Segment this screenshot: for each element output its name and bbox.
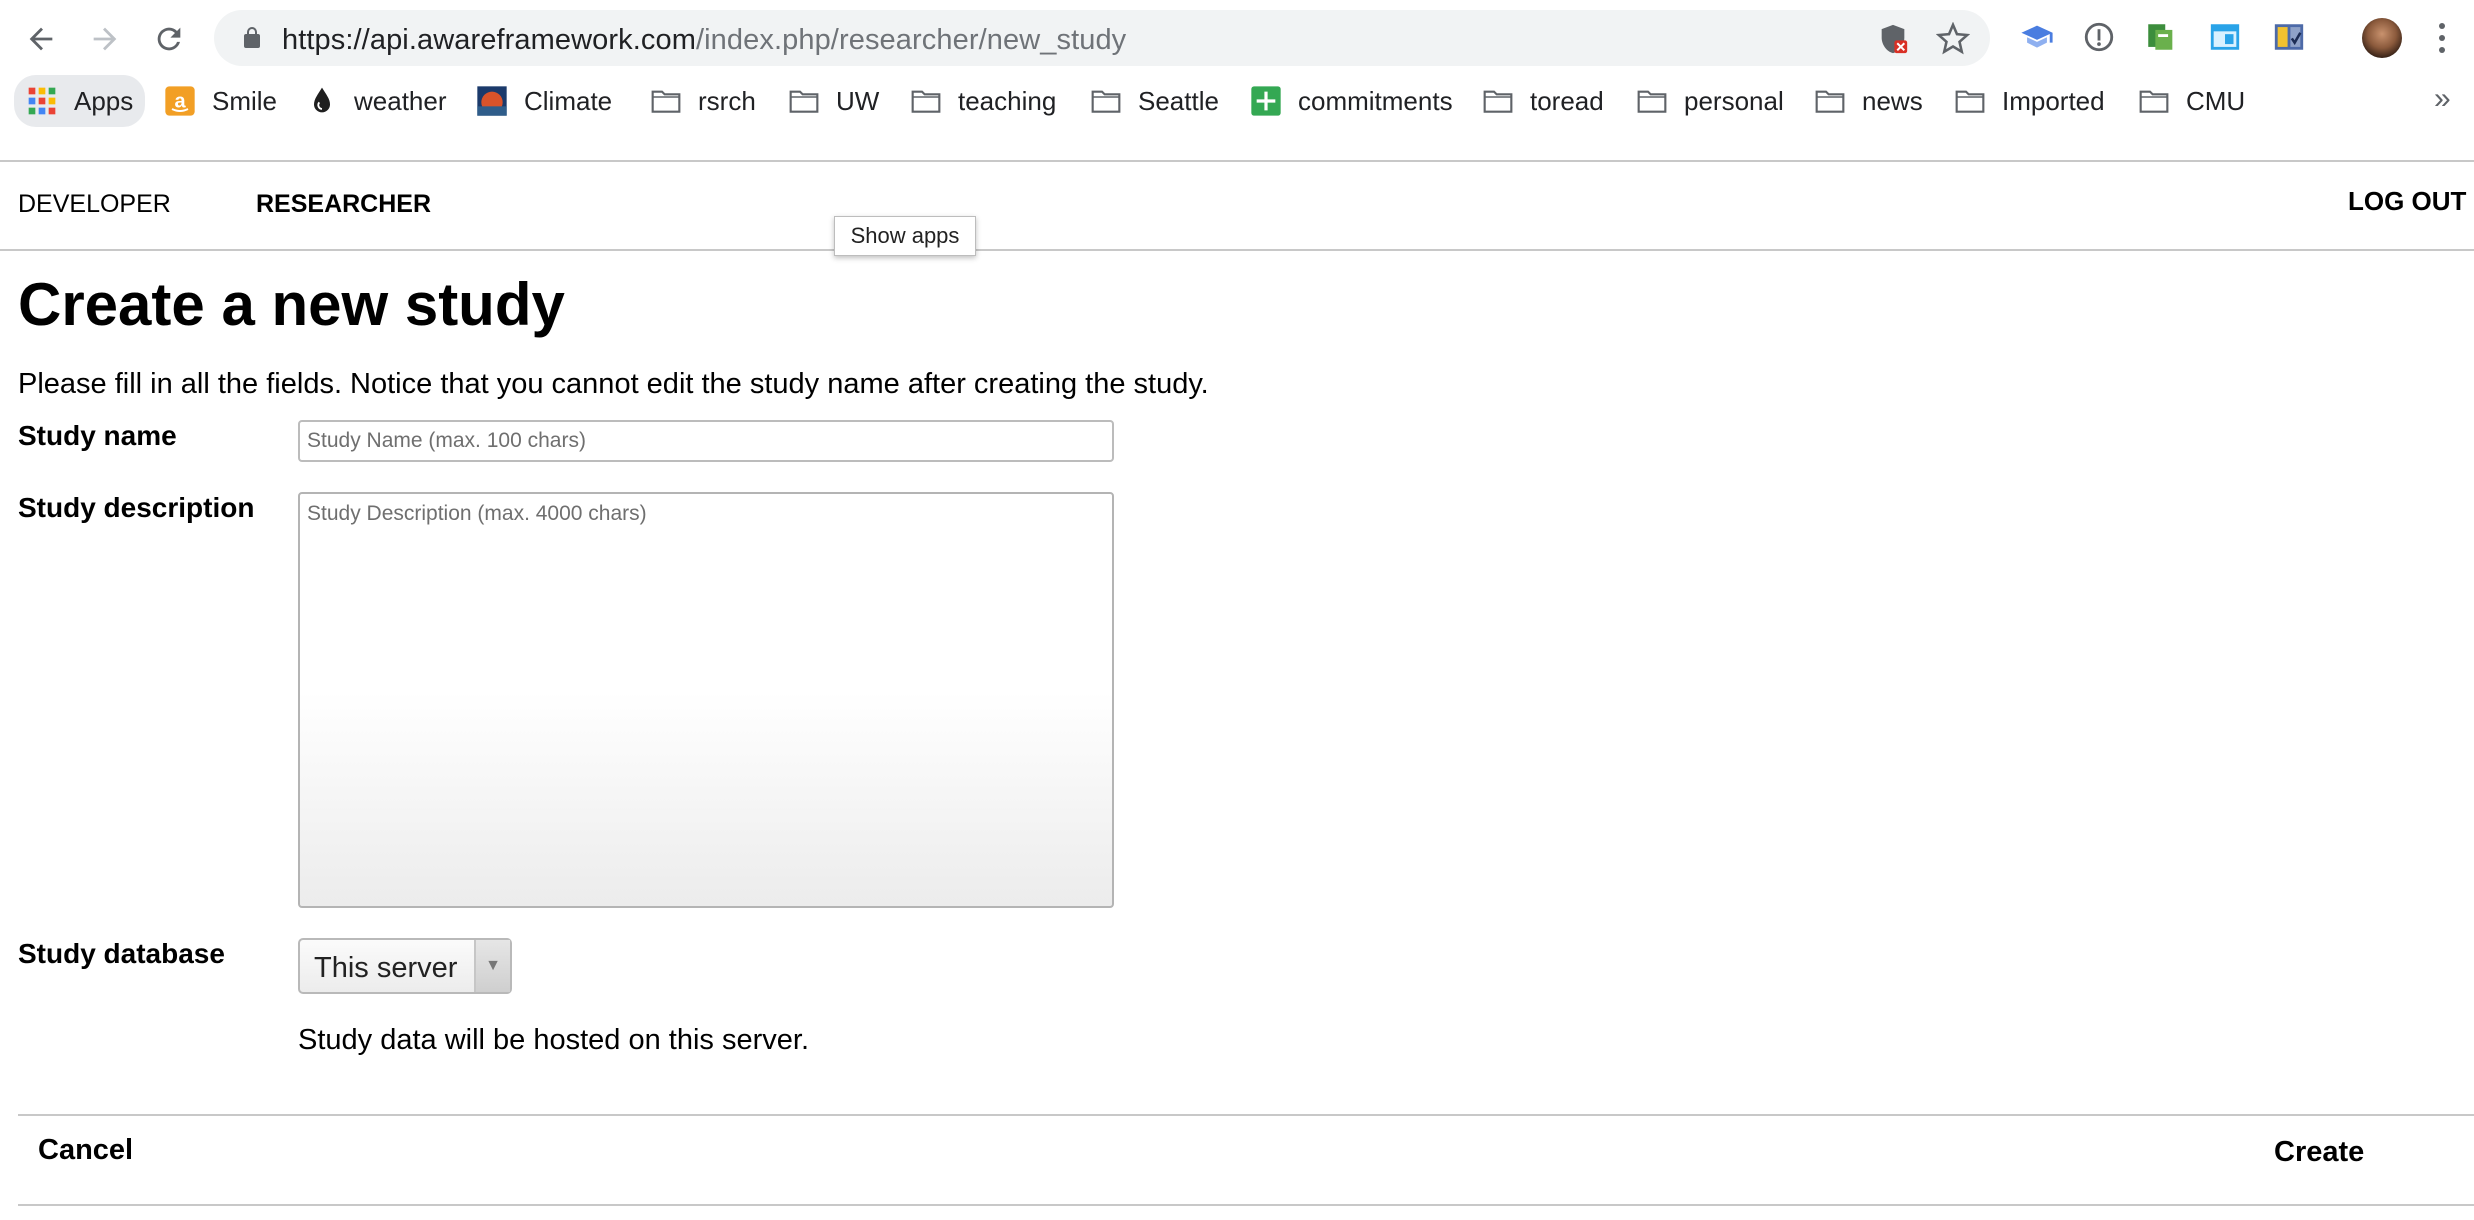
climate-image-icon bbox=[477, 86, 507, 116]
folder-icon bbox=[651, 90, 681, 113]
bookmark-seattle[interactable]: Seattle bbox=[1090, 76, 1219, 126]
bookmark-smile[interactable]: a Smile bbox=[164, 76, 277, 126]
bookmark-label: Seattle bbox=[1138, 85, 1219, 116]
bookmark-label: Apps bbox=[74, 85, 134, 116]
folder-icon bbox=[1637, 90, 1667, 113]
study-database-selected-value: This server bbox=[314, 952, 458, 984]
create-button[interactable]: Create bbox=[2274, 1136, 2364, 1169]
bookmark-label: weather bbox=[354, 85, 447, 116]
bookmark-personal[interactable]: personal bbox=[1636, 76, 1784, 126]
url-path: /index.php/researcher/new_study bbox=[695, 24, 1127, 56]
bookmark-rsrch[interactable]: rsrch bbox=[650, 76, 756, 126]
show-apps-tooltip: Show apps bbox=[834, 216, 976, 256]
folder-icon bbox=[1955, 90, 1985, 113]
folder-icon bbox=[1483, 90, 1513, 113]
back-button[interactable] bbox=[18, 16, 64, 62]
bookmark-imported[interactable]: Imported bbox=[1954, 76, 2105, 126]
bookmark-label: CMU bbox=[2186, 85, 2246, 116]
back-arrow-icon bbox=[29, 27, 53, 51]
address-bar[interactable]: https://api.awareframework.com/index.php… bbox=[214, 10, 1990, 66]
folder-icon bbox=[789, 90, 819, 113]
page-top-divider bbox=[0, 160, 2474, 162]
nav-developer-link[interactable]: DEVELOPER bbox=[18, 190, 171, 219]
reload-icon bbox=[157, 27, 181, 51]
bookmark-news[interactable]: news bbox=[1814, 76, 1923, 126]
bookmark-label: commitments bbox=[1298, 85, 1453, 116]
study-database-select[interactable]: This server ▼ bbox=[298, 938, 512, 994]
bookmark-label: personal bbox=[1684, 85, 1784, 116]
bookmark-label: UW bbox=[836, 85, 880, 116]
bookmark-weather[interactable]: weather bbox=[306, 76, 447, 126]
forward-button[interactable] bbox=[82, 16, 128, 62]
extension-password-icon[interactable] bbox=[2080, 18, 2118, 56]
footer-divider-bottom bbox=[18, 1204, 2474, 1206]
bookmark-cmu[interactable]: CMU bbox=[2138, 76, 2245, 126]
forward-arrow-icon bbox=[93, 27, 117, 51]
bookmark-label: Climate bbox=[524, 85, 613, 116]
bookmarks-bar: Apps a Smile weather Climate rsrch UW te… bbox=[0, 75, 2474, 127]
folder-icon bbox=[1091, 90, 1121, 113]
sheets-icon bbox=[1251, 86, 1281, 116]
folder-icon bbox=[911, 90, 941, 113]
tracking-shield-icon[interactable] bbox=[1876, 22, 1910, 56]
study-name-input[interactable] bbox=[298, 420, 1114, 462]
bookmark-uw[interactable]: UW bbox=[788, 76, 879, 126]
bookmark-label: teaching bbox=[958, 85, 1057, 116]
extension-evernote-icon[interactable] bbox=[2142, 18, 2180, 56]
profile-avatar[interactable] bbox=[2362, 18, 2402, 58]
cancel-button[interactable]: Cancel bbox=[38, 1134, 133, 1167]
dropdown-arrow-icon[interactable]: ▼ bbox=[476, 940, 510, 992]
lock-icon bbox=[244, 27, 260, 48]
bookmark-climate[interactable]: Climate bbox=[476, 76, 612, 126]
folder-icon bbox=[1815, 90, 1845, 113]
page-title: Create a new study bbox=[18, 271, 565, 338]
url-host: https://api.awareframework.com bbox=[282, 24, 696, 56]
study-description-label: Study description bbox=[18, 492, 255, 523]
bookmarks-overflow-button[interactable]: » bbox=[2434, 82, 2451, 116]
study-name-label: Study name bbox=[18, 420, 177, 451]
bookmark-apps[interactable]: Apps bbox=[14, 75, 146, 127]
weather-drop-icon bbox=[314, 87, 330, 113]
amazon-icon: a bbox=[165, 86, 195, 116]
bookmark-star-icon[interactable] bbox=[1936, 22, 1970, 56]
bookmark-label: news bbox=[1862, 85, 1923, 116]
reload-button[interactable] bbox=[146, 16, 192, 62]
bookmark-teaching[interactable]: teaching bbox=[910, 76, 1056, 126]
chrome-menu-icon[interactable] bbox=[2432, 20, 2452, 56]
study-description-textarea[interactable] bbox=[298, 492, 1114, 908]
logout-link[interactable]: LOG OUT bbox=[2348, 186, 2466, 217]
study-database-label: Study database bbox=[18, 938, 225, 969]
database-help-text: Study data will be hosted on this server… bbox=[298, 1024, 810, 1056]
extension-window-icon[interactable] bbox=[2206, 18, 2244, 56]
bookmark-label: Imported bbox=[2002, 85, 2105, 116]
bookmark-label: Smile bbox=[212, 85, 278, 116]
bookmark-label: rsrch bbox=[698, 85, 756, 116]
bookmark-toread[interactable]: toread bbox=[1482, 76, 1604, 126]
apps-grid-icon bbox=[28, 87, 56, 115]
intro-text: Please fill in all the fields. Notice th… bbox=[18, 368, 1209, 400]
nav-divider bbox=[0, 249, 2474, 251]
browser-toolbar: https://api.awareframework.com/index.php… bbox=[0, 0, 2474, 76]
url-text[interactable]: https://api.awareframework.com/index.php… bbox=[282, 24, 1126, 57]
folder-icon bbox=[2139, 90, 2169, 113]
footer-divider-top bbox=[18, 1114, 2474, 1116]
extension-notes-icon[interactable] bbox=[2270, 18, 2308, 56]
bookmark-commitments[interactable]: commitments bbox=[1250, 76, 1453, 126]
bookmark-label: toread bbox=[1530, 85, 1604, 116]
extension-graduation-icon[interactable] bbox=[2018, 18, 2056, 56]
nav-researcher-link[interactable]: RESEARCHER bbox=[256, 190, 431, 219]
